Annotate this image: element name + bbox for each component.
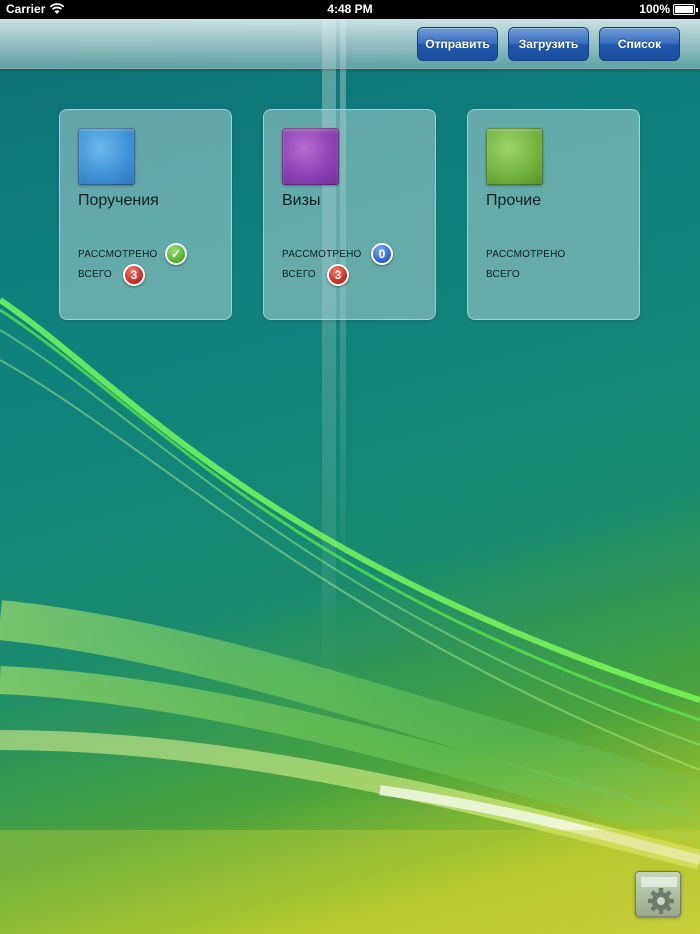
category-tile-icon	[282, 128, 339, 185]
clock: 4:48 PM	[327, 2, 373, 16]
category-tile-icon	[486, 128, 543, 185]
total-label: ВСЕГО	[78, 269, 112, 280]
send-button[interactable]: Отправить	[417, 27, 498, 61]
reviewed-label: РАССМОТРЕНО	[78, 249, 158, 260]
settings-button[interactable]	[635, 871, 681, 917]
total-count-badge: 3	[123, 264, 145, 286]
total-label: ВСЕГО	[486, 269, 520, 280]
total-label: ВСЕГО	[282, 269, 316, 280]
list-button[interactable]: Список	[599, 27, 680, 61]
battery-icon	[673, 4, 698, 15]
gear-icon	[641, 877, 677, 914]
battery-percent: 100%	[639, 2, 670, 16]
category-card-visas[interactable]: Визы РАССМОТРЕНО 0 ВСЕГО 3	[263, 109, 436, 320]
category-card-assignments[interactable]: Поручения РАССМОТРЕНО ✓ ВСЕГО 3	[59, 109, 232, 320]
reviewed-label: РАССМОТРЕНО	[486, 249, 566, 260]
category-card-other[interactable]: Прочие РАССМОТРЕНО ВСЕГО	[467, 109, 640, 320]
total-count-badge: 3	[327, 264, 349, 286]
card-title: Прочие	[486, 192, 542, 209]
category-tile-icon	[78, 128, 135, 185]
reviewed-label: РАССМОТРЕНО	[282, 249, 362, 260]
load-button[interactable]: Загрузить	[508, 27, 589, 61]
top-toolbar: Отправить Загрузить Список	[0, 19, 700, 69]
reviewed-count-badge: 0	[371, 243, 393, 265]
reviewed-check-icon: ✓	[165, 243, 187, 265]
card-title: Визы	[282, 192, 321, 209]
status-bar: Carrier 4:48 PM 100%	[0, 0, 700, 19]
card-title: Поручения	[78, 192, 159, 209]
